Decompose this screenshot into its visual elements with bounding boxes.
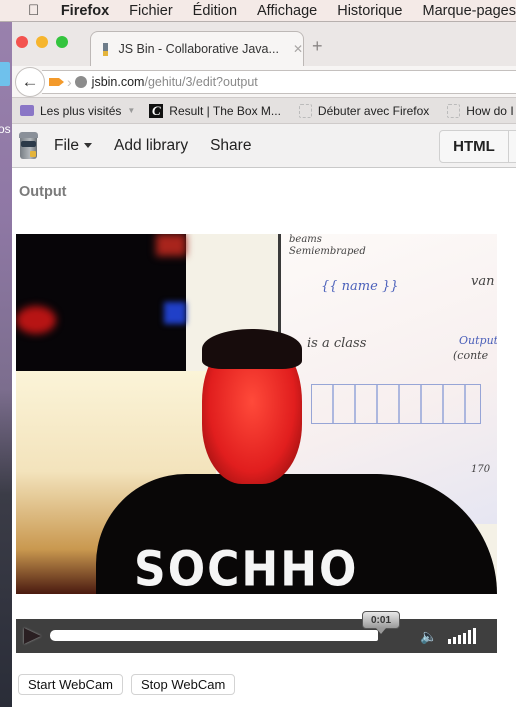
- caret-down-icon: [83, 142, 92, 148]
- whiteboard-text: (conte: [453, 349, 489, 362]
- arrow-left-icon: ←: [21, 72, 39, 91]
- webcam-video[interactable]: beams Semiembraped {{ name }} van is a c…: [16, 234, 497, 594]
- webcam-button-row: Start WebCam Stop WebCam: [18, 674, 236, 695]
- bookmark-result-box[interactable]: C Result | The Box M...: [135, 103, 281, 118]
- whiteboard-text: Output: [459, 334, 497, 347]
- video-person-hair: [202, 329, 302, 369]
- menu-edition[interactable]: Édition: [193, 3, 237, 19]
- url-path: /gehitu/3/edit?output: [144, 75, 258, 89]
- c-logo-icon: C: [149, 103, 164, 118]
- bookmark-label: How do I enri: [466, 103, 516, 118]
- whiteboard-text: Semiembraped: [289, 246, 366, 257]
- url-bar[interactable]: › jsbin.com/gehitu/3/edit?output: [42, 70, 516, 94]
- back-button[interactable]: ←: [15, 67, 45, 97]
- whiteboard-text: is a class: [307, 336, 367, 351]
- chevron-right-icon: ›: [67, 74, 72, 90]
- jsbin-logo-icon[interactable]: [19, 131, 38, 160]
- progress-bar[interactable]: [50, 630, 378, 641]
- bookmarks-toolbar: Les plus visités ▼ C Result | The Box M.…: [12, 98, 516, 124]
- share-button[interactable]: Share: [210, 137, 251, 155]
- menu-marque-pages[interactable]: Marque-pages: [423, 3, 516, 19]
- bookmark-label: Débuter avec Firefox: [317, 103, 430, 118]
- tab-title: JS Bin - Collaborative Java...: [118, 42, 279, 56]
- globe-icon[interactable]: [74, 76, 87, 88]
- file-menu[interactable]: File: [54, 137, 92, 155]
- speaker-mute-icon[interactable]: 🔈: [420, 628, 437, 644]
- mac-menu-bar:  Firefox Fichier Édition Affichage Hist…: [0, 0, 516, 22]
- add-library-button[interactable]: Add library: [114, 137, 188, 155]
- video-shirt-text: SOCHHO: [134, 541, 359, 594]
- bookmark-label: Les plus visités: [40, 103, 122, 118]
- apple-icon[interactable]: : [28, 2, 40, 19]
- bookmark-debuter-firefox[interactable]: Débuter avec Firefox: [281, 103, 430, 118]
- minimize-window-button[interactable]: [36, 36, 48, 48]
- bookmark-label: Result | The Box M...: [169, 103, 281, 118]
- url-host: jsbin.com: [91, 75, 145, 89]
- html-panel-toggle[interactable]: HTML: [439, 130, 509, 163]
- browser-window: JS Bin - Collaborative Java... ✕ + › jsb…: [12, 22, 516, 707]
- whiteboard-text: 170: [471, 464, 491, 475]
- close-window-button[interactable]: [16, 36, 28, 48]
- whiteboard-text: {{ name }}: [321, 279, 399, 294]
- file-menu-label: File: [54, 136, 79, 154]
- caret-down-icon: ▼: [127, 106, 136, 115]
- desktop-folder-icon: [0, 62, 10, 86]
- menu-firefox[interactable]: Firefox: [61, 3, 109, 19]
- camera-permission-icon[interactable]: [49, 78, 64, 86]
- folder-icon: [20, 105, 34, 116]
- blank-page-icon: [298, 103, 312, 118]
- jsbin-favicon-icon: [103, 42, 109, 56]
- volume-slider[interactable]: [448, 628, 476, 644]
- whiteboard-text: beams: [289, 234, 322, 245]
- whiteboard-diagram: [311, 384, 481, 424]
- video-poster-frame: [16, 234, 186, 371]
- desktop-background: os: [0, 0, 12, 707]
- output-panel-title: Output: [19, 184, 67, 200]
- close-tab-icon[interactable]: ✕: [293, 42, 303, 56]
- menu-fichier[interactable]: Fichier: [129, 3, 173, 19]
- video-controls: 0:01 🔈: [16, 611, 497, 653]
- new-tab-button[interactable]: +: [312, 36, 323, 57]
- play-button[interactable]: [24, 628, 41, 644]
- menu-affichage[interactable]: Affichage: [257, 3, 317, 19]
- time-tooltip: 0:01: [362, 611, 400, 634]
- menu-historique[interactable]: Historique: [337, 3, 402, 19]
- jsbin-toolbar: File Add library Share HTML: [12, 124, 516, 168]
- navigation-bar: › jsbin.com/gehitu/3/edit?output ←: [12, 66, 516, 98]
- whiteboard-text: van: [471, 274, 495, 289]
- zoom-window-button[interactable]: [56, 36, 68, 48]
- blank-page-icon: [447, 103, 461, 118]
- next-panel-toggle[interactable]: [509, 130, 516, 163]
- bookmark-how-do-i[interactable]: How do I enri: [429, 103, 516, 118]
- stop-webcam-button[interactable]: Stop WebCam: [131, 674, 236, 695]
- tab-bar: JS Bin - Collaborative Java... ✕ +: [12, 22, 516, 66]
- start-webcam-button[interactable]: Start WebCam: [18, 674, 124, 695]
- bookmark-most-visited[interactable]: Les plus visités ▼: [12, 104, 135, 118]
- browser-tab[interactable]: JS Bin - Collaborative Java... ✕: [90, 31, 304, 66]
- desktop-icon-label: os: [0, 122, 11, 136]
